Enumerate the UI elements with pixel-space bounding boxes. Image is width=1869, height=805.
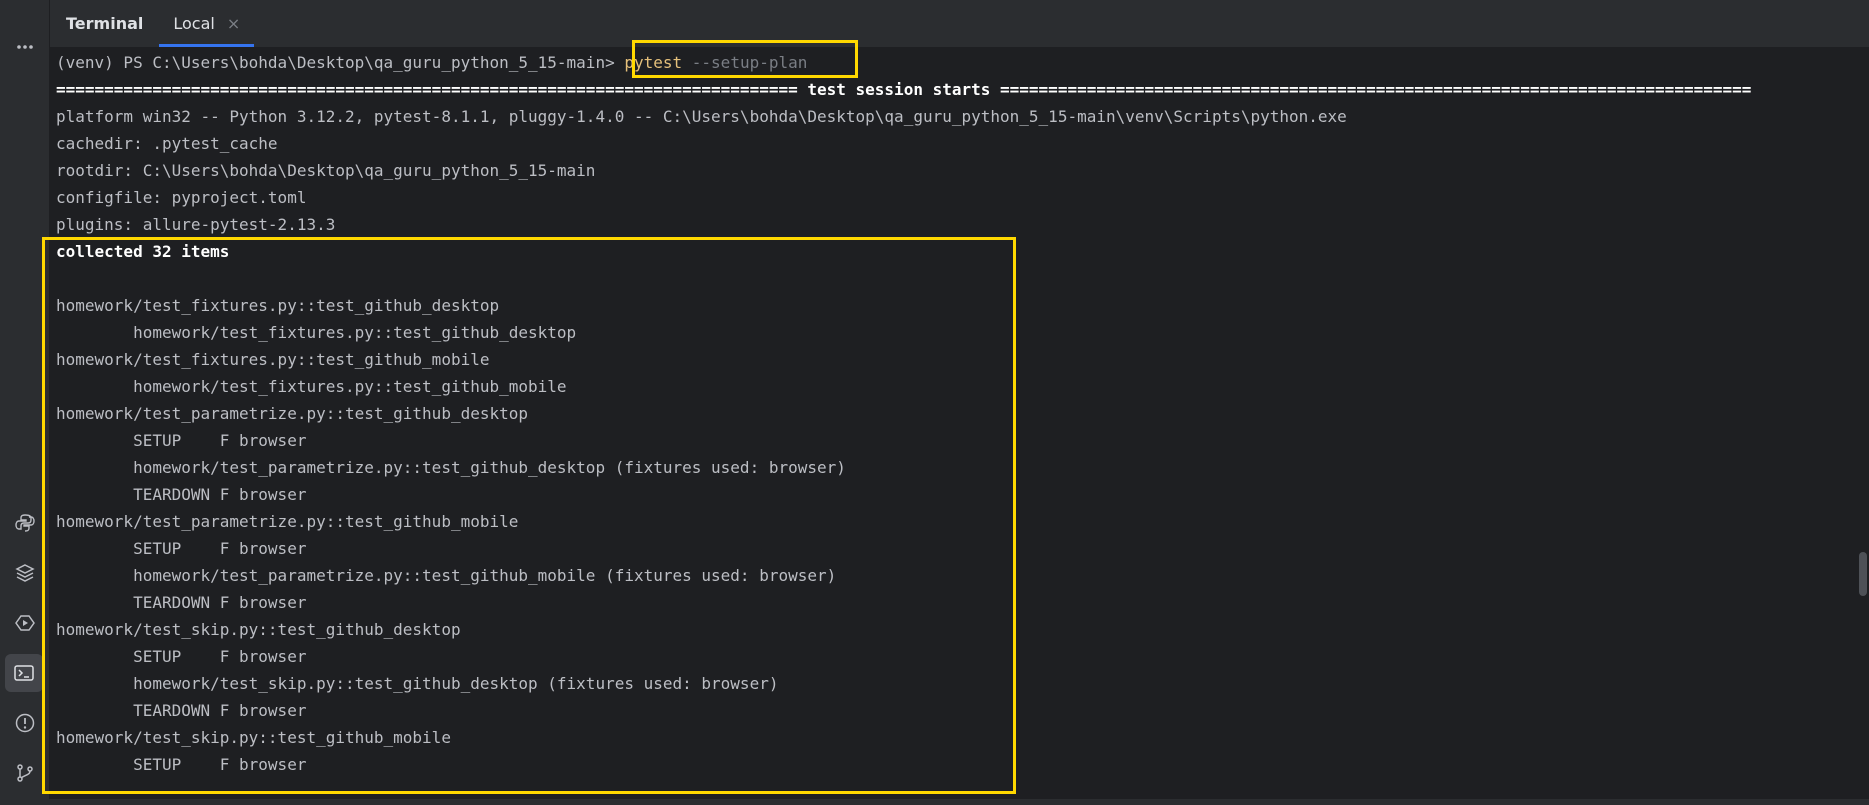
bottom-edge (0, 799, 1869, 805)
output-line: TEARDOWN F browser (56, 701, 307, 720)
output-line: SETUP F browser (56, 539, 307, 558)
command: pytest (624, 53, 683, 72)
output-line: SETUP F browser (56, 755, 307, 774)
output-line: configfile: pyproject.toml (56, 188, 307, 207)
output-line: homework/test_parametrize.py::test_githu… (56, 512, 519, 531)
grid-icon[interactable] (12, 0, 38, 14)
output-line: homework/test_fixtures.py::test_github_m… (56, 350, 490, 369)
layers-icon[interactable] (12, 560, 38, 586)
tool-strip (0, 0, 50, 805)
services-icon[interactable] (12, 610, 38, 636)
terminal-header: Terminal Local × (50, 0, 1869, 47)
output-line: homework/test_fixtures.py::test_github_d… (56, 296, 500, 315)
output-line: homework/test_fixtures.py::test_github_d… (56, 323, 577, 342)
collected-line: collected 32 items (56, 242, 230, 261)
prompt: (venv) PS C:\Users\bohda\Desktop\qa_guru… (56, 53, 615, 72)
terminal-icon[interactable] (5, 654, 43, 692)
output-line: homework/test_fixtures.py::test_github_m… (56, 377, 567, 396)
session-header-line: ========================================… (56, 80, 1752, 99)
output-line: rootdir: C:\Users\bohda\Desktop\qa_guru_… (56, 161, 596, 180)
python-icon[interactable] (12, 510, 38, 536)
output-line: cachedir: .pytest_cache (56, 134, 278, 153)
git-icon[interactable] (12, 760, 38, 786)
output-line: platform win32 -- Python 3.12.2, pytest-… (56, 107, 1347, 126)
close-icon[interactable]: × (227, 14, 240, 33)
output-line: TEARDOWN F browser (56, 593, 307, 612)
scrollbar-thumb[interactable] (1859, 552, 1867, 596)
output-line: homework/test_skip.py::test_github_deskt… (56, 620, 461, 639)
terminal-output[interactable]: (venv) PS C:\Users\bohda\Desktop\qa_guru… (50, 48, 1869, 805)
output-line: homework/test_skip.py::test_github_deskt… (56, 674, 779, 693)
output-line: plugins: allure-pytest-2.13.3 (56, 215, 336, 234)
output-line: SETUP F browser (56, 431, 307, 450)
prompt-line: (venv) PS C:\Users\bohda\Desktop\qa_guru… (56, 49, 807, 76)
output-line: homework/test_parametrize.py::test_githu… (56, 458, 846, 477)
output-line: homework/test_parametrize.py::test_githu… (56, 404, 529, 423)
panel-title: Terminal (66, 14, 144, 33)
problems-icon[interactable] (12, 710, 38, 736)
tab-local[interactable]: Local × (159, 0, 255, 47)
output-line: homework/test_skip.py::test_github_mobil… (56, 728, 451, 747)
output-line: homework/test_parametrize.py::test_githu… (56, 566, 837, 585)
tab-label: Local (173, 14, 215, 33)
more-icon[interactable] (12, 34, 38, 60)
output-line: TEARDOWN F browser (56, 485, 307, 504)
output-line: SETUP F browser (56, 647, 307, 666)
command-args: --setup-plan (691, 53, 808, 72)
